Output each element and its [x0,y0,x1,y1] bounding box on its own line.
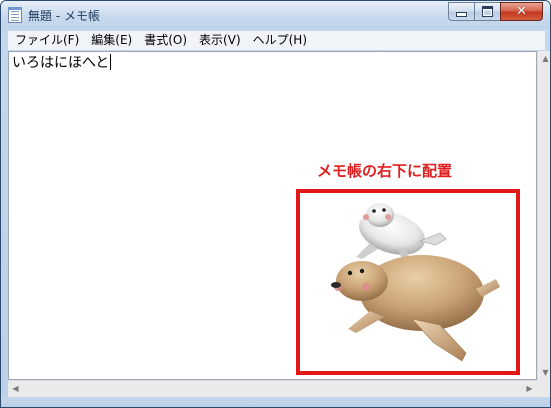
horizontal-scrollbar[interactable]: ◀ ▶ [8,380,537,397]
scroll-down-icon[interactable]: ▼ [538,365,550,380]
scroll-up-icon[interactable]: ▲ [538,51,550,66]
menu-help[interactable]: ヘルプ(H) [247,31,313,50]
menu-format[interactable]: 書式(O) [138,31,193,50]
window-frame-bottom [1,397,550,407]
text-caret [110,54,112,70]
seals-illustration [331,203,500,362]
minimize-button[interactable] [448,2,474,21]
caption-buttons: ✕ [448,2,543,21]
menu-file[interactable]: ファイル(F) [8,31,85,50]
window-title: 無題 - メモ帳 [28,9,100,23]
size-grip[interactable] [537,380,550,397]
annotation-label: メモ帳の右下に配置 [317,162,453,180]
close-button[interactable]: ✕ [500,2,543,21]
editor-text: いろはにほへと [12,55,110,71]
menu-edit[interactable]: 編集(E) [85,31,138,50]
close-icon: ✕ [516,4,527,19]
scroll-left-icon[interactable]: ◀ [8,381,23,396]
editor-content[interactable]: いろはにほへと [12,54,112,72]
maximize-icon [482,6,493,17]
title-bar[interactable]: 無題 - メモ帳 ✕ [1,1,550,29]
annotation-box [296,189,520,375]
minimize-icon [456,12,467,17]
menu-bar: ファイル(F) 編集(E) 書式(O) 表示(V) ヘルプ(H) [8,31,545,50]
menu-view[interactable]: 表示(V) [193,31,247,50]
vertical-scrollbar[interactable]: ▲ ▼ [537,51,550,380]
notepad-icon [8,7,22,23]
scroll-right-icon[interactable]: ▶ [522,381,537,396]
maximize-button[interactable] [474,2,500,21]
brown-seal [331,255,500,362]
